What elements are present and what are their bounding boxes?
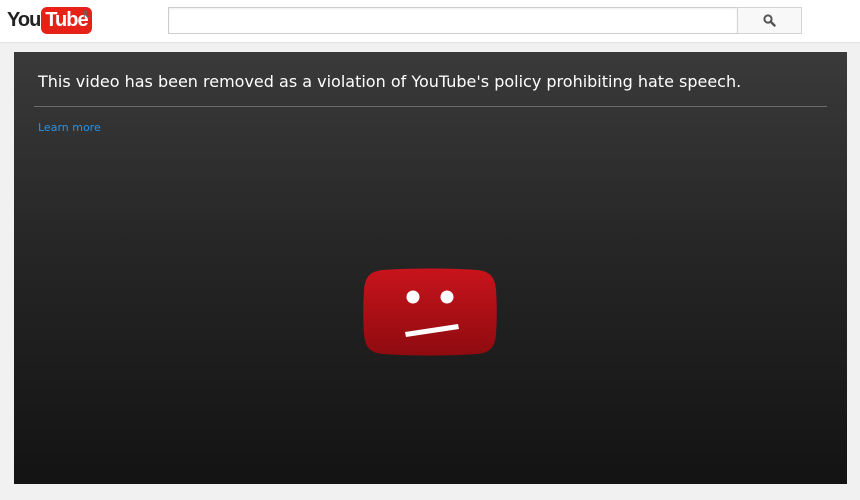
search-button[interactable] <box>737 7 802 34</box>
youtube-logo[interactable]: You Tube <box>7 6 92 34</box>
masthead: You Tube IL <box>0 0 860 43</box>
search-icon <box>763 14 776 27</box>
search-input[interactable] <box>168 7 737 34</box>
removal-message: This video has been removed as a violati… <box>38 72 742 91</box>
learn-more-link[interactable]: Learn more <box>38 121 101 134</box>
logo-you-text: You <box>7 8 41 31</box>
divider <box>34 106 827 107</box>
country-code: IL <box>83 9 91 19</box>
sad-video-icon <box>363 268 497 356</box>
video-player: This video has been removed as a violati… <box>14 52 847 484</box>
